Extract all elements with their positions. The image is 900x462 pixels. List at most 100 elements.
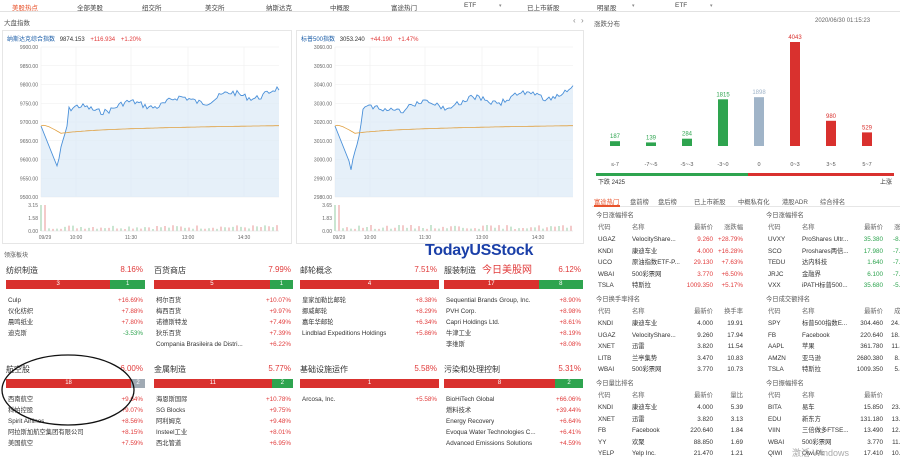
table-row[interactable]: FB Facebook 220.640 1.84 (596, 425, 745, 436)
table-row[interactable]: YELP Yelp Inc. 21.470 1.21 (596, 448, 745, 459)
chevron-down-icon[interactable]: ▾ (632, 3, 635, 9)
nav-item-5[interactable]: 中概股 (330, 2, 350, 12)
sector-card[interactable]: 邮轮概念 7.51% 4 皇家加勒比邮轮 +8.38% 挪威邮轮 +8.29% 嘉年华邮轮 +6… (298, 263, 441, 359)
table-row[interactable]: VIIN三倍做多FTSE...13.49012.98% (766, 425, 900, 436)
sector-stock-row[interactable]: Evoqua Water Technologies C... +6.41% (446, 427, 581, 438)
column-header[interactable]: 最新价 (847, 222, 883, 233)
table-row[interactable]: XNET 迅雷 3.820 3.13 (596, 414, 745, 425)
sector-card[interactable]: 纺织制造 8.16% 3 1 Culp +16.69% 仪化纺织 +7.88% 晨鸣纸业 +7.8… (4, 263, 147, 359)
chevron-right-icon[interactable]: › (581, 16, 584, 25)
column-header[interactable]: 涨跌幅 (711, 222, 743, 233)
table-row[interactable]: KNDI 康迪车业 4.000 19.91 (596, 318, 745, 329)
table-row[interactable]: EDU新东方131.18013.04% (766, 414, 900, 425)
table-row[interactable]: FBFacebook220.64018.18亿 (766, 330, 900, 341)
chevron-down-icon[interactable]: ▾ (710, 3, 713, 9)
column-header[interactable]: 最新价 (677, 222, 713, 233)
sector-stock-row[interactable]: 晨鸣纸业 +7.80% (8, 317, 143, 328)
nav-item-4[interactable]: 纳斯达克 (266, 2, 292, 12)
sector-stock-row[interactable]: 西北管道 +6.95% (156, 438, 291, 449)
sector-stock-row[interactable]: 李维斯 +8.08% (446, 339, 581, 350)
sector-stock-row[interactable]: PVH Corp. +8.98% (446, 306, 581, 317)
table-row[interactable]: AMZN亚马逊2680.3808.81亿 (766, 353, 900, 364)
column-header[interactable]: 换手率 (711, 306, 743, 317)
table-row[interactable]: VXXiPATH标普500...35.680-5.96% (766, 280, 900, 291)
nav-item-10[interactable]: ETF (675, 2, 687, 9)
rank-tab-1[interactable]: 盘前榜 (630, 197, 649, 206)
table-row[interactable]: YY 欢聚 88.850 1.69 (596, 437, 745, 448)
column-header[interactable]: 成交额 (881, 306, 900, 317)
sector-stock-row[interactable]: 皇家加勒比邮轮 +8.38% (302, 295, 437, 306)
table-row[interactable]: BITA易车15.85023.18% (766, 402, 900, 413)
column-header[interactable]: 最新价 (847, 306, 883, 317)
table-row[interactable]: TEDU达内科技1.640-7.34% (766, 257, 900, 268)
rank-tab-3[interactable]: 已上市新股 (694, 197, 725, 206)
sector-card[interactable]: 基础设施运作 5.58% 1 Arcosa, Inc. +5.58% (298, 362, 441, 458)
sector-stock-row[interactable]: 阿利姆克 +9.48% (156, 416, 291, 427)
rank-tab-4[interactable]: 中概私有化 (738, 197, 769, 206)
nav-item-8[interactable]: 已上市新股 (527, 2, 560, 12)
chevron-left-icon[interactable]: ‹ (573, 16, 576, 25)
table-row[interactable]: UVXYProShares Ultr...35.380-8.44% (766, 234, 900, 245)
column-header[interactable]: 代码 (598, 306, 611, 317)
column-header[interactable]: 代码 (768, 390, 781, 401)
sector-stock-row[interactable]: 挪威邮轮 +8.29% (302, 306, 437, 317)
sector-stock-row[interactable]: Compania Brasileira de Distri... +6.22% (156, 339, 291, 350)
sector-stock-row[interactable]: Lindblad Expeditions Holdings +5.86% (302, 328, 437, 339)
sector-card[interactable]: 金属制造 5.77% 11 2 海恩斯国际 +10.78% SG Blocks +9.75% 阿… (152, 362, 295, 458)
sector-stock-row[interactable]: Sequential Brands Group, Inc. +8.90% (446, 295, 581, 306)
sector-stock-row[interactable]: Insteel工业 +8.01% (156, 427, 291, 438)
sector-stock-row[interactable]: Advanced Emissions Solutions +4.59% (446, 438, 581, 449)
sp500-chart-panel[interactable]: 标普500指数 3053.240 +44.190 +1.47% 3060.00 3… (296, 30, 584, 244)
column-header[interactable]: 量比 (711, 390, 743, 401)
nav-item-9[interactable]: 明星股 (597, 2, 617, 12)
sector-stock-row[interactable]: 柯尔百货 +10.07% (156, 295, 291, 306)
rank-tab-5[interactable]: 港股ADR (782, 197, 808, 206)
table-row[interactable]: WBAI 500彩票网 3.770 10.73 (596, 364, 745, 375)
sector-stock-row[interactable]: Capri Holdings Ltd. +8.61% (446, 317, 581, 328)
column-header[interactable]: 最新价 (677, 390, 713, 401)
sector-stock-row[interactable]: 迪克斯 -3.53% (8, 328, 143, 339)
column-header[interactable]: 最新价 (847, 390, 883, 401)
sector-stock-row[interactable]: 狄乐百货 +7.39% (156, 328, 291, 339)
sector-stock-row[interactable]: 燃料技术 +39.44% (446, 405, 581, 416)
rank-tab-6[interactable]: 综合排名 (820, 197, 845, 206)
table-row[interactable]: AAPL苹果361.78011.45亿 (766, 341, 900, 352)
table-row[interactable]: UGAZ VelocityShare... 9.260 17.94 (596, 330, 745, 341)
nasdaq-chart-panel[interactable]: 纳斯达克综合指数 9874.153 +116.934 +1.20% 9900.0… (2, 30, 292, 244)
sector-stock-row[interactable]: Arcosa, Inc. +5.58% (302, 394, 437, 405)
column-header[interactable]: 代码 (768, 222, 781, 233)
table-row[interactable]: JRJC金融界6.100-7.13% (766, 269, 900, 280)
column-header[interactable]: 代码 (768, 306, 781, 317)
sector-card[interactable]: 百货商店 7.99% 5 1 柯尔百货 +10.07% 梅西百货 +9.97% 诺德斯特龙 +7.… (152, 263, 295, 359)
sector-stock-row[interactable]: Culp +16.69% (8, 295, 143, 306)
sector-stock-row[interactable]: Energy Recovery +6.64% (446, 416, 581, 427)
table-row[interactable]: SPY标普500指数E...304.46024.09亿 (766, 318, 900, 329)
sector-card[interactable]: 污染和处理控制 5.31% 8 2 BioHiTech Global +66.06% 燃料技… (442, 362, 585, 458)
table-row[interactable]: KNDI 康迪车业 4.000 5.39 (596, 402, 745, 413)
table-row[interactable]: WBAI 500彩票网 3.770 +6.50% (596, 269, 745, 280)
column-header[interactable]: 涨跌幅 (881, 222, 900, 233)
chevron-down-icon[interactable]: ▾ (499, 3, 502, 9)
column-header[interactable]: 振幅 (881, 390, 900, 401)
table-row[interactable]: LITB 兰亭集势 3.470 10.83 (596, 353, 745, 364)
nav-item-0[interactable]: 美股热点 (12, 2, 38, 12)
sector-stock-row[interactable]: 海恩斯国际 +10.78% (156, 394, 291, 405)
table-row[interactable]: XNET 迅雷 3.820 11.54 (596, 341, 745, 352)
sector-card[interactable]: 服装制造 6.12% 17 8 Sequential Brands Group, Inc… (442, 263, 585, 359)
table-row[interactable]: UCO 原油指数ETF-P... 29.130 +7.63% (596, 257, 745, 268)
sector-stock-row[interactable]: BioHiTech Global +66.06% (446, 394, 581, 405)
nav-item-3[interactable]: 美交所 (205, 2, 225, 12)
nav-item-7[interactable]: ETF (464, 2, 476, 9)
sector-stock-row[interactable]: 诺德斯特龙 +7.49% (156, 317, 291, 328)
sector-stock-row[interactable]: 嘉年华邮轮 +6.34% (302, 317, 437, 328)
sector-stock-row[interactable]: 仪化纺织 +7.88% (8, 306, 143, 317)
nav-item-2[interactable]: 纽交所 (142, 2, 162, 12)
table-row[interactable]: SCOProshares两倍...17.980-7.67% (766, 246, 900, 257)
sector-stock-row[interactable]: 梅西百货 +9.97% (156, 306, 291, 317)
nav-item-6[interactable]: 富途热门 (391, 2, 417, 12)
column-header[interactable]: 最新价 (677, 306, 713, 317)
table-row[interactable]: UGAZ VelocityShare... 9.260 +28.79% (596, 234, 745, 245)
sector-stock-row[interactable]: 牛津工业 +8.19% (446, 328, 581, 339)
sector-stock-row[interactable]: SG Blocks +9.75% (156, 405, 291, 416)
table-row[interactable]: KNDI 康迪车业 4.000 +16.28% (596, 246, 745, 257)
